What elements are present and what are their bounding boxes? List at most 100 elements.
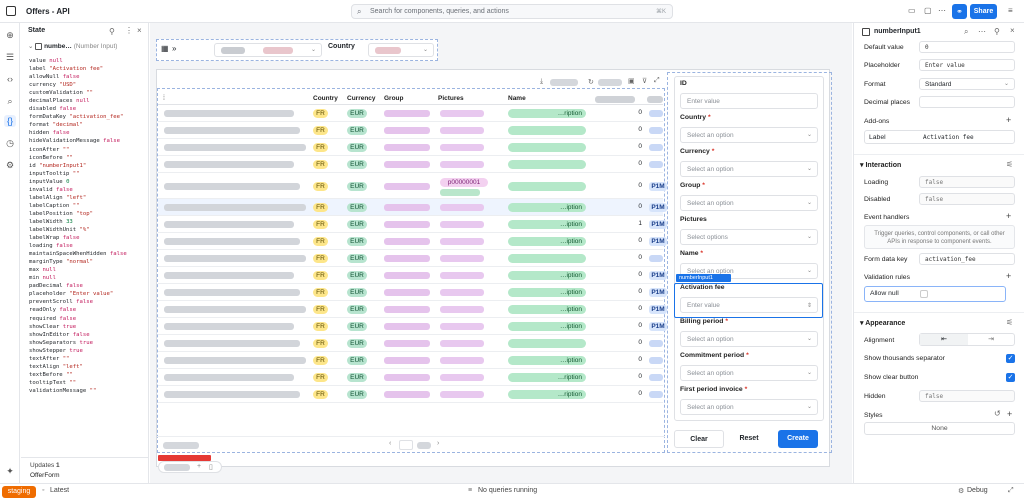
- expand-icon[interactable]: ⤢: [1008, 487, 1014, 495]
- state-prop[interactable]: disabled false: [29, 105, 127, 113]
- layout-icon[interactable]: ▭: [908, 6, 916, 15]
- state-prop[interactable]: formDataKey "activation_fee": [29, 113, 127, 121]
- sliders-icon[interactable]: ⚟: [1006, 160, 1013, 169]
- pin-icon[interactable]: ⚲: [994, 27, 1000, 36]
- state-prop[interactable]: padDecimal false: [29, 282, 127, 290]
- table-row[interactable]: FR EUR p00000001 0 P1M: [158, 173, 667, 199]
- state-prop[interactable]: textAfter "": [29, 355, 127, 363]
- allow-null-checkbox[interactable]: [920, 290, 928, 298]
- close-icon[interactable]: ×: [137, 26, 142, 35]
- table-row[interactable]: FR EUR …ription 0: [158, 369, 663, 386]
- page-input[interactable]: [399, 440, 413, 450]
- form-data-key-input[interactable]: activation_fee: [919, 253, 1015, 265]
- add-event-handler-icon[interactable]: +: [1006, 211, 1011, 221]
- state-prop[interactable]: loading false: [29, 242, 127, 250]
- clear-button[interactable]: Clear: [674, 430, 724, 448]
- appearance-section[interactable]: ▾ Appearance: [860, 319, 905, 327]
- form-input[interactable]: Enter value: [680, 93, 818, 109]
- state-prop[interactable]: iconAfter "": [29, 146, 127, 154]
- reset-style-icon[interactable]: ↺: [994, 409, 1001, 418]
- table-row[interactable]: FR EUR …iption 0: [158, 352, 663, 369]
- sliders-icon[interactable]: ⚟: [1006, 318, 1013, 327]
- col-header-country[interactable]: Country: [313, 95, 338, 102]
- state-prop[interactable]: labelWrap false: [29, 234, 127, 242]
- refresh-icon[interactable]: ↻: [588, 78, 594, 86]
- form-select[interactable]: Select an option ⌄: [680, 195, 818, 211]
- history-icon[interactable]: ◷: [4, 137, 16, 149]
- decimal-places-input[interactable]: [919, 96, 1015, 108]
- state-prop[interactable]: max null: [29, 266, 127, 274]
- col-header-name[interactable]: Name: [508, 95, 526, 102]
- more-icon[interactable]: ⋯: [978, 27, 986, 36]
- label-addon-row[interactable]: Label Activation fee: [864, 130, 1015, 144]
- pin-icon[interactable]: ⚲: [109, 27, 115, 36]
- menu-icon[interactable]: ≡: [1008, 6, 1013, 15]
- state-prop[interactable]: tooltipText "": [29, 379, 127, 387]
- state-prop[interactable]: inputTooltip "": [29, 170, 127, 178]
- sidebar-toggle-icon[interactable]: [6, 6, 16, 16]
- align-left-icon[interactable]: ⇤: [920, 334, 968, 345]
- table-row[interactable]: FR EUR …ription 0: [158, 386, 663, 403]
- form-select[interactable]: Select an option ⌄: [680, 331, 818, 347]
- more-icon[interactable]: ⋮: [125, 26, 133, 35]
- search-icon[interactable]: ⌕: [964, 27, 968, 37]
- state-prop[interactable]: allowNull false: [29, 73, 127, 81]
- table-row[interactable]: FR EUR 0: [158, 156, 663, 173]
- fullscreen-icon[interactable]: ⤢: [654, 77, 660, 85]
- state-prop[interactable]: showClear true: [29, 323, 127, 331]
- next-page-icon[interactable]: ›: [437, 440, 439, 447]
- state-prop[interactable]: showInEditor false: [29, 331, 127, 339]
- col-header-currency[interactable]: Currency: [347, 95, 376, 102]
- format-select[interactable]: Standard ⌄: [919, 78, 1015, 90]
- styles-select[interactable]: None: [864, 422, 1015, 435]
- mobile-toggle[interactable]: + ▯: [158, 461, 222, 473]
- debug-label[interactable]: Debug: [967, 487, 988, 494]
- assist-icon[interactable]: ✦: [4, 465, 16, 477]
- state-prop[interactable]: readOnly false: [29, 306, 127, 314]
- table-row[interactable]: FR EUR 0: [158, 335, 663, 352]
- state-prop[interactable]: preventScroll false: [29, 298, 127, 306]
- state-prop[interactable]: label "Activation fee": [29, 65, 127, 73]
- add-validation-icon[interactable]: +: [1006, 271, 1011, 281]
- state-prop[interactable]: marginType "normal": [29, 258, 127, 266]
- table-icon[interactable]: ▦: [161, 44, 169, 53]
- table-row[interactable]: FR EUR …iption 0 P1M: [158, 301, 667, 318]
- table-row[interactable]: FR EUR …iption 0 P1M: [158, 233, 667, 250]
- state-footer[interactable]: Updates 1 OfferForm: [21, 457, 148, 483]
- table-row[interactable]: FR EUR …iption 1 P1M: [158, 216, 667, 233]
- state-prop[interactable]: hideValidationMessage false: [29, 137, 127, 145]
- table-row[interactable]: FR EUR 0: [158, 122, 663, 139]
- settings-icon[interactable]: ⚙: [4, 159, 16, 171]
- country-filter-select[interactable]: ⌄: [368, 43, 434, 57]
- allow-null-row[interactable]: Allow null: [864, 286, 1006, 302]
- app-title[interactable]: Offers - API: [26, 7, 70, 16]
- search-rail-icon[interactable]: ⌕: [4, 95, 16, 107]
- add-icon[interactable]: ⊕: [4, 29, 16, 41]
- tree-icon[interactable]: ☰: [4, 51, 16, 63]
- col-header-pictures[interactable]: Pictures: [438, 95, 464, 102]
- table-row[interactable]: FR EUR 0: [158, 139, 663, 156]
- default-value-input[interactable]: 0: [919, 41, 1015, 53]
- table-row[interactable]: FR EUR …iption 0 P1M: [158, 318, 667, 335]
- code-icon[interactable]: ‹›: [4, 73, 16, 85]
- form-select[interactable]: Select an option ⌄: [680, 161, 818, 177]
- chevrons-right-icon[interactable]: »: [172, 44, 176, 53]
- disabled-input[interactable]: false: [919, 193, 1015, 205]
- state-prop[interactable]: textBefore "": [29, 371, 127, 379]
- state-prop[interactable]: hidden false: [29, 129, 127, 137]
- close-icon[interactable]: ×: [1010, 26, 1015, 35]
- state-prop[interactable]: maintainSpaceWhenHidden false: [29, 250, 127, 258]
- state-prop[interactable]: currency "USD": [29, 81, 127, 89]
- state-prop[interactable]: required false: [29, 315, 127, 323]
- state-prop[interactable]: showStepper true: [29, 347, 127, 355]
- env-badge[interactable]: staging: [2, 486, 36, 498]
- state-prop[interactable]: inputValue 0: [29, 178, 127, 186]
- state-prop[interactable]: placeholder "Enter value": [29, 290, 127, 298]
- search-input[interactable]: ⌕ Search for components, queries, and ac…: [351, 4, 673, 19]
- table-row[interactable]: FR EUR 0: [158, 250, 663, 267]
- event-handlers-empty[interactable]: Trigger queries, control components, or …: [864, 225, 1015, 249]
- link-icon[interactable]: ⚭: [952, 4, 967, 19]
- placeholder-input[interactable]: Enter value: [919, 59, 1015, 71]
- queries-status[interactable]: No queries running: [478, 487, 537, 494]
- state-prop[interactable]: format "decimal": [29, 121, 127, 129]
